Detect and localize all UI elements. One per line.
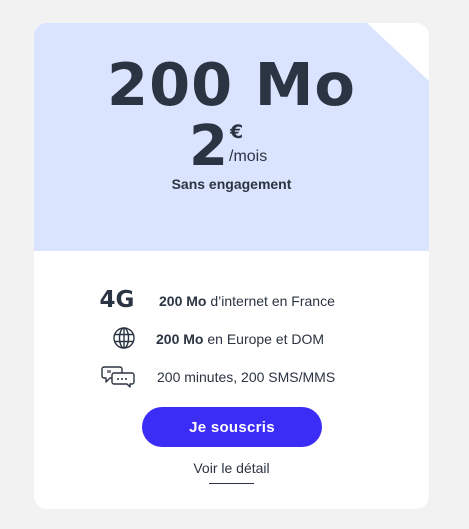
feature-calls-sms: 200 minutes, 200 SMS/MMS — [34, 361, 429, 391]
commitment-label: Sans engagement — [171, 176, 292, 192]
subscribe-button[interactable]: Je souscris — [142, 407, 322, 447]
detail-underline — [209, 483, 254, 484]
globe-icon — [111, 323, 137, 353]
feature-internet-france: 4G 200 Mo d’internet en France — [34, 285, 429, 315]
feature-europe-dom: 200 Mo en Europe et DOM — [34, 323, 429, 353]
price-value: 2 — [189, 114, 228, 179]
price-period: /mois — [229, 148, 268, 165]
price-currency: € — [230, 121, 244, 143]
view-detail-link[interactable]: Voir le détail — [34, 459, 429, 477]
offer-card: 200 Mo 2 € /mois Sans engagement 4G 200 … — [34, 23, 429, 509]
sms-chat-icon — [100, 361, 138, 391]
data-amount: 200 Mo — [107, 50, 356, 119]
feature-text: 200 Mo d’internet en France — [159, 293, 335, 309]
4g-icon: 4G — [99, 287, 135, 313]
feature-text: 200 Mo en Europe et DOM — [156, 331, 325, 347]
feature-text: 200 minutes, 200 SMS/MMS — [157, 369, 336, 385]
offer-header: 200 Mo 2 € /mois Sans engagement — [34, 23, 429, 251]
